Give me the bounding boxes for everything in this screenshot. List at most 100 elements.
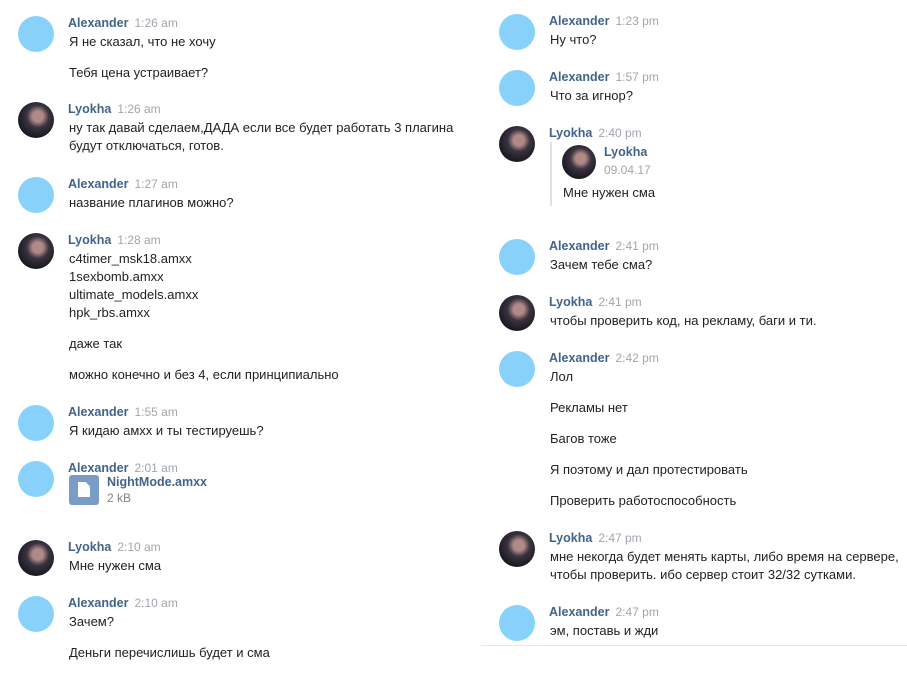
author-name[interactable]: Lyokha [68,540,111,554]
avatar[interactable] [499,605,535,641]
author-name[interactable]: Alexander [549,14,609,28]
message-time[interactable]: 2:41 pm [598,295,641,309]
message-text: 1sexbomb.amxx [69,269,164,284]
message-body: Зачем? Деньги перечислишь будет и сма [69,613,464,662]
message-header: Alexander 1:26 am [68,15,178,30]
message-text: чтобы проверить. ибо сервер стоит 32/32 … [550,567,856,582]
message-header: Lyokha 2:41 pm [549,294,642,309]
message-time[interactable]: 1:55 am [134,405,177,419]
avatar[interactable] [18,102,54,138]
author-name[interactable]: Lyokha [549,531,592,545]
forwarded-message: Lyokha 09.04.17 Мне нужен сма [550,142,882,206]
author-name[interactable]: Alexander [68,16,128,30]
message-text: мне некогда будет менять карты, либо вре… [550,549,899,564]
file-icon[interactable] [69,475,99,505]
message-header: Alexander 1:55 am [68,404,178,419]
author-name[interactable]: Alexander [549,239,609,253]
avatar[interactable] [18,596,54,632]
author-name[interactable]: Lyokha [68,233,111,247]
message-header: Alexander 2:42 pm [549,350,659,365]
message-time[interactable]: 1:28 am [117,233,160,247]
message-header: Lyokha 2:10 am [68,539,161,554]
message-text: ultimate_models.amxx [69,287,199,302]
message-text: Зачем? [69,614,114,629]
message-header: Lyokha 1:28 am [68,232,161,247]
message-body: чтобы проверить код, на рекламу, баги и … [550,312,907,330]
message-header: Lyokha 2:47 pm [549,530,642,545]
message-text: чтобы проверить код, на рекламу, баги и … [550,313,817,328]
message-body: ну так давай сделаем,ДАДА если все будет… [69,119,464,155]
avatar[interactable] [499,70,535,106]
avatar[interactable] [18,405,54,441]
author-name[interactable]: Alexander [68,405,128,419]
message-text: будут отключаться, готов. [69,138,224,153]
author-name[interactable]: Alexander [549,351,609,365]
author-name[interactable]: Alexander [549,70,609,84]
avatar[interactable] [18,540,54,576]
author-name[interactable]: Alexander [549,605,609,619]
message-header: Alexander 2:10 am [68,595,178,610]
message-time[interactable]: 2:01 am [134,461,177,475]
message-text: Лол [550,369,574,384]
message-time[interactable]: 2:42 pm [615,351,658,365]
message-time[interactable]: 2:47 pm [598,531,641,545]
author-name[interactable]: Lyokha [68,102,111,116]
author-name[interactable]: Lyokha [549,295,592,309]
message-text: Мне нужен сма [69,558,162,573]
message-text: hpk_rbs.amxx [69,305,150,320]
message-header: Lyokha 1:26 am [68,101,161,116]
message-text: Я кидаю амхх и ты тестируешь? [69,423,264,438]
forwarded-author[interactable]: Lyokha [604,145,647,159]
message-time[interactable]: 1:23 pm [615,14,658,28]
message-text: ну так давай сделаем,ДАДА если все будет… [69,120,454,135]
message-header: Alexander 2:41 pm [549,238,659,253]
message-header: Alexander 1:27 am [68,176,178,191]
message-time[interactable]: 2:10 am [117,540,160,554]
avatar[interactable] [18,461,54,497]
message-body: Я не сказал, что не хочу Тебя цена устраи… [69,33,464,82]
author-name[interactable]: Alexander [68,596,128,610]
message-text: Тебя цена устраивает? [69,65,209,80]
avatar[interactable] [499,295,535,331]
message-time[interactable]: 2:10 am [134,596,177,610]
message-body: мне некогда будет менять карты, либо вре… [550,548,907,584]
message-text: Зачем тебе сма? [550,257,653,272]
message-text: Я не сказал, что не хочу [69,34,216,49]
avatar[interactable] [18,233,54,269]
message-text: даже так [69,336,123,351]
avatar[interactable] [18,16,54,52]
message-text: Проверить работоспособность [550,493,737,508]
message-time[interactable]: 2:47 pm [615,605,658,619]
avatar[interactable] [499,126,535,162]
avatar[interactable] [499,531,535,567]
avatar[interactable] [499,351,535,387]
message-text: Рекламы нет [550,400,628,415]
message-time[interactable]: 1:27 am [134,177,177,191]
forwarded-avatar[interactable] [562,145,596,179]
message-time[interactable]: 1:26 am [117,102,160,116]
message-time[interactable]: 2:41 pm [615,239,658,253]
message-body: Ну что? [550,31,907,49]
avatar[interactable] [499,14,535,50]
author-name[interactable]: Alexander [68,461,128,475]
message-time[interactable]: 2:40 pm [598,126,641,140]
file-size: 2 kB [107,491,132,505]
message-header: Alexander 1:23 pm [549,13,659,28]
message-header: Alexander 2:47 pm [549,604,659,619]
author-name[interactable]: Alexander [68,177,128,191]
avatar[interactable] [499,239,535,275]
avatar[interactable] [18,177,54,213]
message-body: Зачем тебе сма? [550,256,907,274]
message-body: Я кидаю амхх и ты тестируешь? [69,422,464,440]
file-name-link[interactable]: NightMode.amxx [107,475,207,489]
message-body: название плагинов можно? [69,194,464,212]
forwarded-date[interactable]: 09.04.17 [604,163,651,177]
message-time[interactable]: 1:57 pm [615,70,658,84]
message-time[interactable]: 1:26 am [134,16,177,30]
author-name[interactable]: Lyokha [549,126,592,140]
